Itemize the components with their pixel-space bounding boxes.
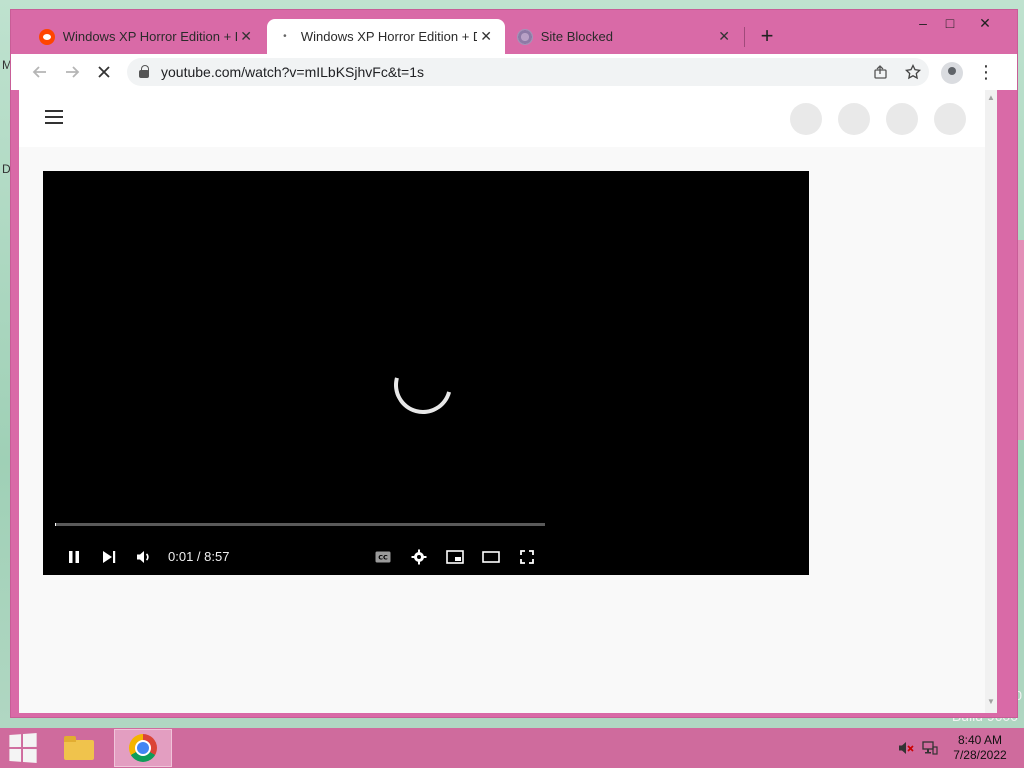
new-tab-button[interactable]: + — [756, 25, 778, 48]
taskbar: 8:40 AM 7/28/2022 — [0, 728, 1024, 768]
forward-arrow-icon[interactable] — [60, 60, 84, 84]
volume-muted-icon[interactable] — [898, 740, 914, 759]
lock-icon[interactable] — [139, 65, 149, 78]
clock-time: 8:40 AM — [957, 733, 1003, 747]
settings-gear-icon[interactable] — [408, 546, 430, 568]
profile-avatar-icon[interactable] — [941, 62, 963, 84]
next-button[interactable] — [98, 546, 120, 568]
browser-toolbar: youtube.com/watch?v=mILbKSjhvFc&t=1s ⋮ — [11, 54, 1017, 90]
tab-site-blocked[interactable]: Site Blocked ✕ — [507, 19, 743, 54]
page-scrollbar[interactable]: ▲ ▼ — [985, 90, 997, 713]
browser-menu-icon[interactable]: ⋮ — [977, 62, 995, 84]
scroll-down-icon[interactable]: ▼ — [987, 698, 995, 706]
share-icon[interactable] — [871, 62, 891, 82]
volume-icon[interactable] — [133, 546, 155, 568]
address-bar[interactable]: youtube.com/watch?v=mILbKSjhvFc&t=1s — [127, 58, 929, 86]
tab-title: Windows XP Horror Edition + Do — [300, 29, 478, 44]
url-text[interactable]: youtube.com/watch?v=mILbKSjhvFc&t=1s — [161, 64, 424, 80]
tab-title: Windows XP Horror Edition + Do — [62, 29, 238, 44]
tab-title: Site Blocked — [540, 29, 613, 44]
svg-text:CC: CC — [378, 554, 388, 562]
system-clock[interactable]: 8:40 AM 7/28/2022 — [950, 733, 1010, 763]
tab-close-icon[interactable]: ✕ — [715, 28, 733, 46]
chrome-icon — [129, 734, 157, 762]
clock-date: 7/28/2022 — [953, 748, 1007, 762]
reddit-icon — [39, 28, 55, 45]
stop-loading-icon[interactable] — [92, 60, 116, 84]
header-placeholder-button[interactable] — [838, 103, 870, 135]
miniplayer-icon[interactable] — [444, 546, 466, 568]
progress-bar[interactable] — [55, 523, 545, 526]
taskbar-chrome-button[interactable] — [114, 729, 172, 767]
tab-reddit[interactable]: Windows XP Horror Edition + Do ✕ — [29, 19, 265, 54]
file-explorer-icon[interactable] — [62, 734, 96, 762]
back-arrow-icon[interactable] — [28, 60, 52, 84]
globe-icon — [517, 28, 533, 45]
tab-separator — [744, 27, 745, 47]
youtube-header — [19, 90, 989, 147]
fullscreen-icon[interactable] — [516, 546, 538, 568]
bookmark-star-icon[interactable] — [903, 62, 923, 82]
header-placeholder-button[interactable] — [934, 103, 966, 135]
tab-close-icon[interactable]: ✕ — [477, 28, 495, 46]
tab-close-icon[interactable]: ✕ — [237, 28, 255, 46]
page-content: 0:01 / 8:57 CC ▲ ▼ — [19, 90, 997, 713]
loading-dot-icon: • — [283, 31, 287, 42]
hamburger-menu-icon[interactable] — [45, 110, 63, 124]
tab-youtube-active[interactable]: • Windows XP Horror Edition + Do ✕ — [267, 19, 505, 54]
header-placeholder-button[interactable] — [886, 103, 918, 135]
loading-spinner-icon — [383, 345, 463, 425]
minimize-button[interactable]: – — [909, 12, 937, 36]
tab-strip: Windows XP Horror Edition + Do ✕ • Windo… — [11, 10, 1017, 54]
scroll-up-icon[interactable]: ▲ — [987, 94, 995, 102]
windows-start-icon[interactable] — [9, 732, 39, 764]
video-player[interactable]: 0:01 / 8:57 CC — [43, 171, 809, 575]
pause-button[interactable] — [63, 546, 85, 568]
captions-icon[interactable]: CC — [372, 546, 394, 568]
close-window-button[interactable]: ✕ — [971, 12, 999, 36]
theater-mode-icon[interactable] — [480, 546, 502, 568]
progress-bar-fill — [55, 523, 56, 526]
header-placeholder-button[interactable] — [790, 103, 822, 135]
browser-window: Windows XP Horror Edition + Do ✕ • Windo… — [10, 9, 1018, 718]
maximize-button[interactable]: □ — [936, 12, 964, 36]
time-display: 0:01 / 8:57 — [168, 549, 230, 564]
network-icon[interactable] — [922, 740, 938, 759]
